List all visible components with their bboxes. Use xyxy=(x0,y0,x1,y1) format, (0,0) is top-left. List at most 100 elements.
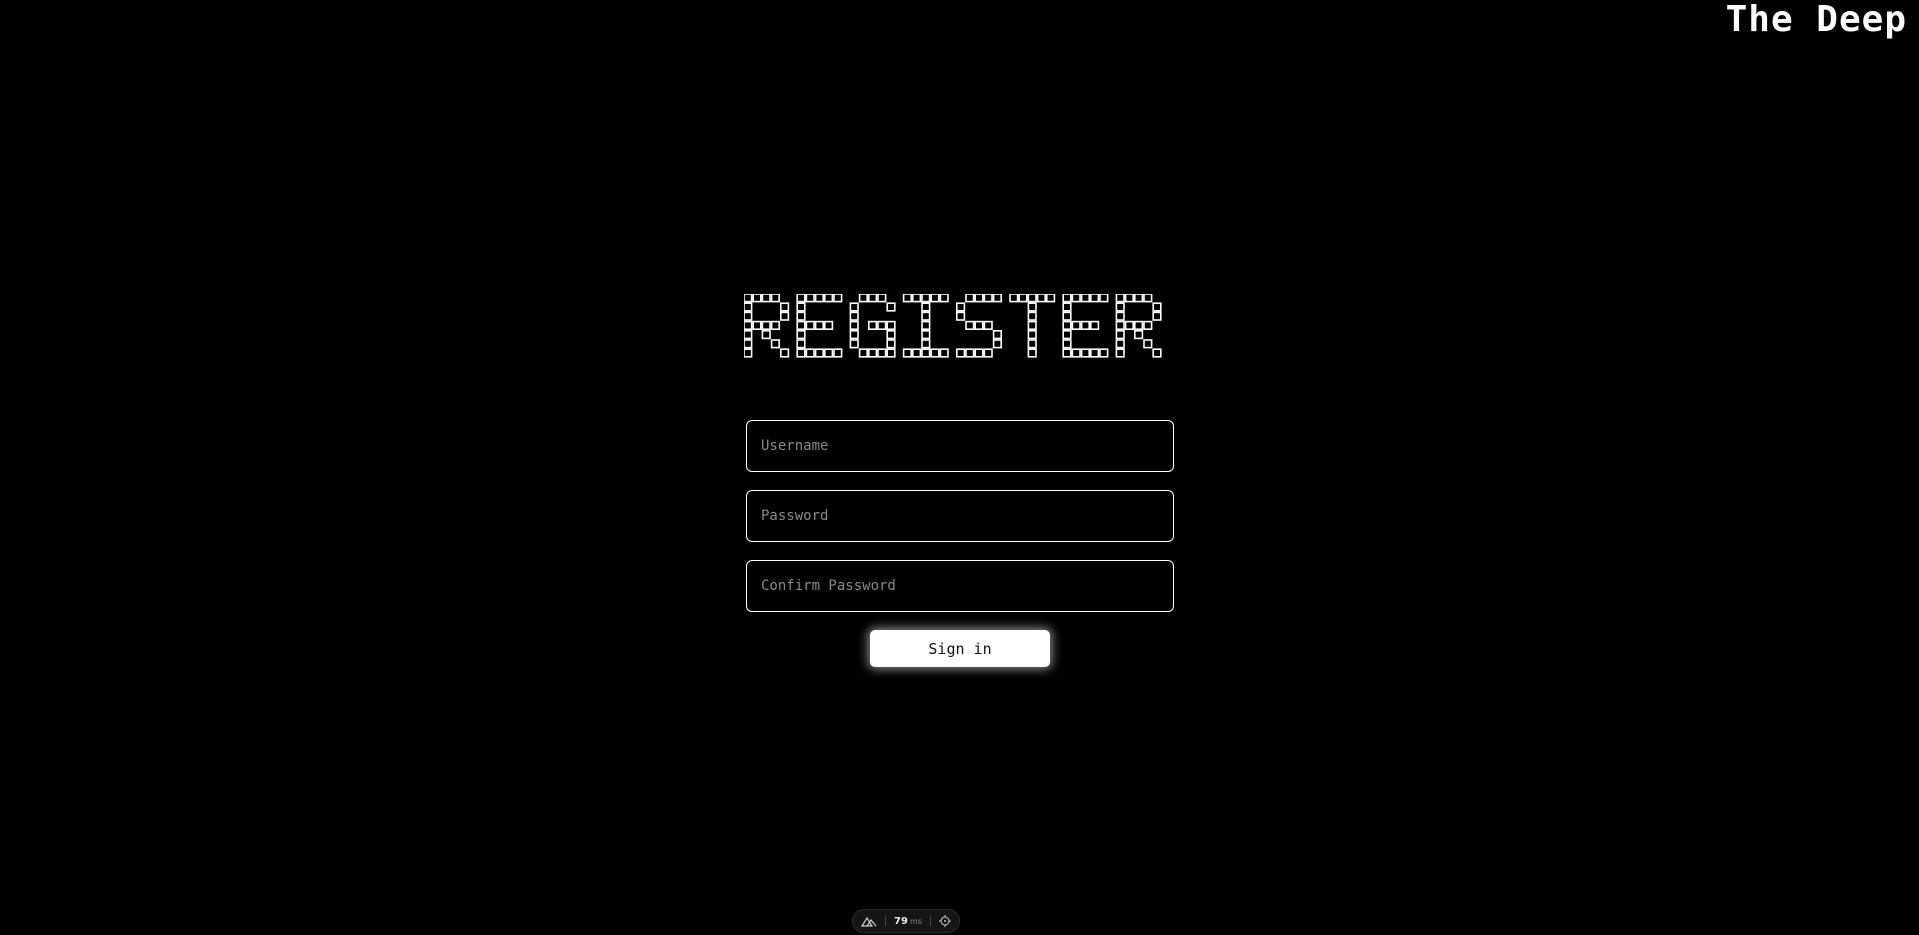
title-dot xyxy=(1099,348,1109,358)
sign-in-button[interactable]: Sign in xyxy=(870,630,1050,667)
title-dot xyxy=(1062,339,1072,349)
title-dot xyxy=(1018,294,1028,303)
title-dot xyxy=(1062,320,1072,331)
title-dot xyxy=(1080,348,1091,358)
title-dot xyxy=(886,348,896,358)
title-dot xyxy=(849,329,859,340)
title-dot xyxy=(1027,311,1037,321)
title-dot xyxy=(814,294,824,303)
title-dot xyxy=(921,302,931,312)
title-dot xyxy=(921,311,931,321)
title-dot xyxy=(930,348,940,358)
title-dot xyxy=(779,302,790,312)
title-dot xyxy=(1027,294,1037,303)
title-dot xyxy=(1027,329,1037,340)
title-dot xyxy=(824,320,834,331)
title-dot xyxy=(868,348,878,358)
title-dot xyxy=(902,348,913,358)
title-dot xyxy=(921,348,931,358)
devtools-bar: 79 ms xyxy=(852,909,960,933)
nuxt-logo-icon[interactable] xyxy=(861,915,877,927)
render-time-unit: ms xyxy=(909,916,922,926)
title-dot xyxy=(1143,320,1153,331)
title-dot xyxy=(886,320,896,331)
title-dot xyxy=(805,320,815,331)
title-dot xyxy=(956,302,966,312)
render-time-readout: 79 ms xyxy=(894,916,922,927)
register-form: Sign in xyxy=(746,420,1174,667)
submit-row: Sign in xyxy=(746,630,1174,667)
title-dot xyxy=(983,294,993,303)
title-dot xyxy=(744,311,753,321)
title-dot xyxy=(939,348,949,358)
title-letter-e xyxy=(796,294,843,358)
title-dot xyxy=(796,348,806,358)
title-dot xyxy=(956,348,966,358)
title-dot xyxy=(965,294,975,303)
title-dot xyxy=(1115,339,1125,349)
title-dot xyxy=(974,320,984,331)
title-dot xyxy=(1089,320,1100,331)
title-dot xyxy=(761,329,771,340)
title-dot xyxy=(796,311,806,321)
title-dot xyxy=(992,294,1003,303)
title-dot xyxy=(1115,320,1125,331)
title-dot xyxy=(1036,294,1047,303)
title-dot xyxy=(974,348,984,358)
title-dot xyxy=(877,320,887,331)
title-dot xyxy=(921,329,931,340)
title-dot xyxy=(1062,302,1072,312)
title-dot xyxy=(1071,348,1081,358)
title-dot xyxy=(761,294,771,303)
title-dot xyxy=(744,348,753,358)
register-page: The Deep REGISTER Sign in 79ms xyxy=(0,0,1919,935)
title-dot xyxy=(877,348,887,358)
title-dot xyxy=(849,311,859,321)
title-dot xyxy=(814,320,824,331)
title-dot xyxy=(849,320,859,331)
title-dot xyxy=(1115,311,1125,321)
title-dot xyxy=(779,311,790,321)
title-dot xyxy=(744,302,753,312)
title-dot xyxy=(983,348,993,358)
password-input[interactable] xyxy=(746,490,1174,542)
title-dot xyxy=(744,320,753,331)
title-dot xyxy=(805,294,815,303)
title-dot xyxy=(1115,329,1125,340)
title-dot xyxy=(886,339,896,349)
title-dot xyxy=(824,294,834,303)
brand-title: The Deep xyxy=(1725,0,1907,40)
title-dot xyxy=(1089,348,1100,358)
title-dot xyxy=(921,294,931,303)
confirm-password-input[interactable] xyxy=(746,560,1174,612)
title-dot xyxy=(1027,339,1037,349)
title-dot xyxy=(1071,294,1081,303)
title-dot xyxy=(1152,302,1162,312)
title-dot xyxy=(1027,302,1037,312)
title-dot xyxy=(930,294,940,303)
title-letter-g xyxy=(849,294,896,358)
title-dot xyxy=(912,294,922,303)
title-dot xyxy=(833,294,843,303)
username-input[interactable] xyxy=(746,420,1174,472)
title-dot xyxy=(1062,348,1072,358)
title-dot xyxy=(1124,294,1135,303)
title-dot xyxy=(779,348,790,358)
title-dot xyxy=(796,329,806,340)
title-dot xyxy=(805,348,815,358)
title-dot xyxy=(1080,294,1091,303)
title-dot xyxy=(744,294,753,303)
title-dot xyxy=(1080,320,1091,331)
title-dot xyxy=(1062,294,1072,303)
title-dot xyxy=(1071,320,1081,331)
title-dot xyxy=(1009,294,1019,303)
title-dot xyxy=(833,348,843,358)
crosshair-icon[interactable] xyxy=(938,915,951,927)
title-dot xyxy=(770,320,781,331)
title-letter-e xyxy=(1062,294,1109,358)
title-dot xyxy=(1062,329,1072,340)
title-dot xyxy=(796,320,806,331)
title-dot xyxy=(983,320,993,331)
title-dot xyxy=(1152,348,1162,358)
title-dot xyxy=(1115,302,1125,312)
